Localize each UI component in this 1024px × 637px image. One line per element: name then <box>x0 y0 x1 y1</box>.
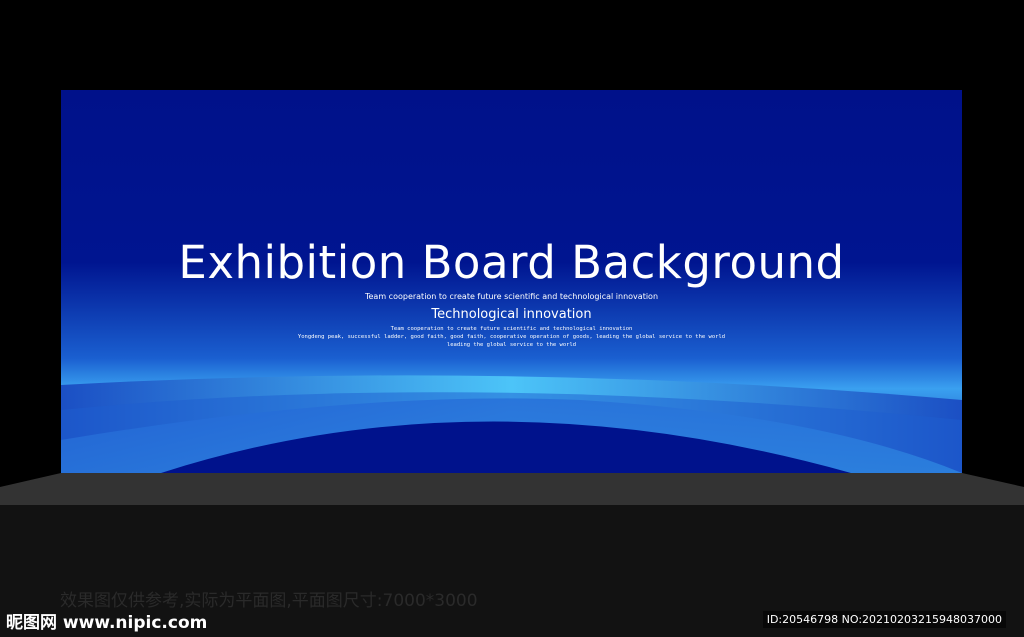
exhibition-board: Exhibition Board Background Team coopera… <box>61 90 962 473</box>
board-small-text: Team cooperation to create future scient… <box>390 326 633 332</box>
watermark-logo: 昵图网 www.nipic.com <box>6 613 208 633</box>
board-small-text: leading the global service to the world <box>446 342 577 348</box>
image-id: ID:20546798 NO:20210203215948037000 <box>762 611 1006 628</box>
board-heading: Technological innovation <box>431 307 592 322</box>
board-title: Exhibition Board Background <box>178 236 845 289</box>
board-small-text: Yongdeng peak, successful ladder, good f… <box>297 334 726 340</box>
board-subtitle: Team cooperation to create future scient… <box>364 292 659 301</box>
